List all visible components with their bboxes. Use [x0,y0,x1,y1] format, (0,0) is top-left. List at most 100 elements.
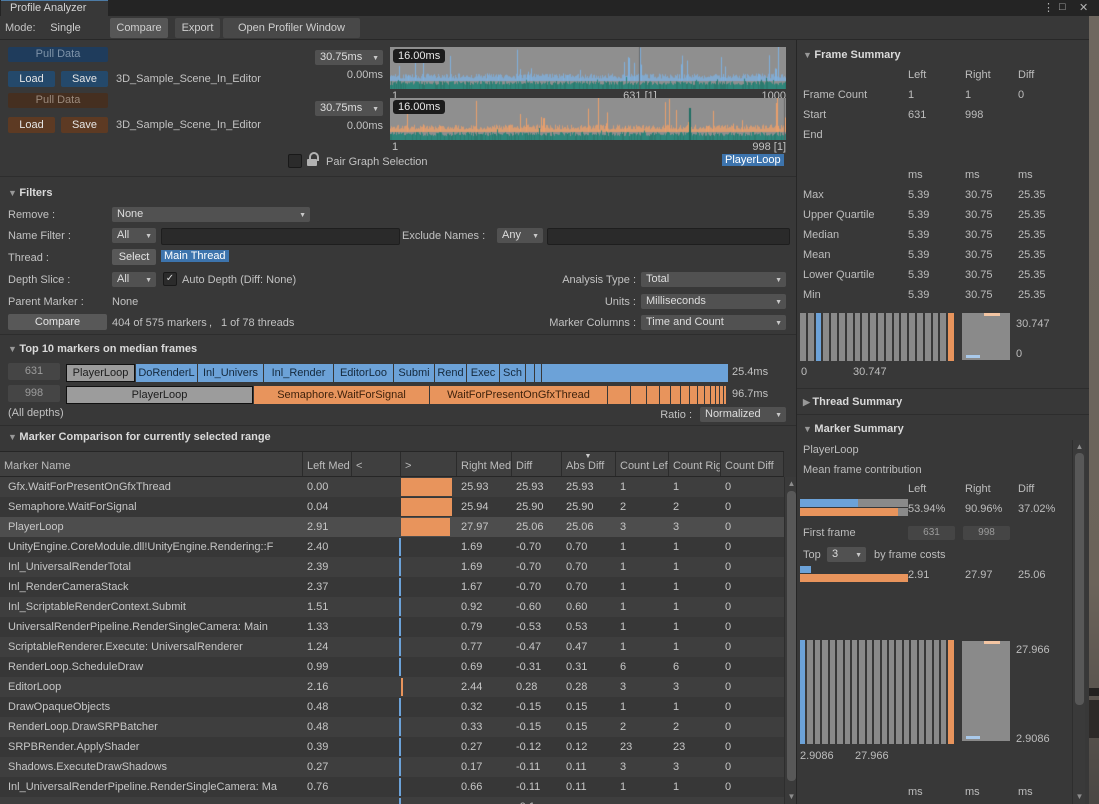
marker-segment[interactable] [660,386,670,404]
top10-header[interactable]: ▼ Top 10 markers on median frames [8,343,197,355]
table-row[interactable]: SRPBRender.ApplyShader0.390.27-0.120.122… [0,737,784,757]
marker-segment[interactable]: PlayerLoop [66,386,253,404]
frame-time-graph-right[interactable] [390,98,786,140]
export-button[interactable]: Export [175,18,220,38]
analysis-type-dropdown[interactable]: Total▼ [641,272,786,287]
maximize-icon[interactable]: □ [1059,1,1066,13]
save-button-right[interactable]: Save [61,117,108,133]
marker-summary-histogram[interactable] [800,640,954,744]
marker-segment[interactable] [526,364,534,382]
frame-summary-histogram[interactable] [800,313,954,361]
frame-summary-header[interactable]: ▼ Frame Summary [803,49,901,61]
marker-segment[interactable]: EditorLoo [334,364,393,382]
filters-header[interactable]: ▼ Filters [8,187,52,199]
table-row[interactable]: EditorLoop2.162.440.280.28330 [0,677,784,697]
marker-segment[interactable] [535,364,541,382]
first-frame-right-button[interactable]: 998 [963,526,1010,540]
frame-time-graph-left[interactable] [390,47,786,89]
marker-comparison-header[interactable]: ▼ Marker Comparison for currently select… [8,431,271,443]
column-header[interactable]: Count Diff [721,452,784,476]
marker-segment[interactable] [647,386,659,404]
column-header[interactable]: Count Left [616,452,669,476]
table-row[interactable]: Inl_RenderCameraStack2.371.67-0.700.7011… [0,577,784,597]
units-dropdown[interactable]: Milliseconds▼ [641,294,786,309]
column-header[interactable]: Right Med [457,452,512,476]
table-row[interactable]: Inl_UniversalRenderTotal2.391.69-0.700.7… [0,557,784,577]
range-dropdown-left[interactable]: 30.75ms▼ [315,50,383,65]
marker-segment[interactable] [716,386,719,404]
marker-segment[interactable]: Submi [394,364,434,382]
marker-segment[interactable] [608,386,630,404]
marker-segment[interactable]: Inl_Render [264,364,333,382]
column-header[interactable]: ▼Abs Diff [562,452,616,476]
name-filter-input[interactable] [161,228,400,245]
depth-slice-dropdown[interactable]: All▼ [112,272,156,287]
exclude-mode-dropdown[interactable]: Any▼ [497,228,543,243]
first-frame-left-button[interactable]: 631 [908,526,955,540]
marker-summary-boxplot[interactable] [962,641,1010,741]
load-button-left[interactable]: Load [8,71,55,87]
mode-single-button[interactable]: Single [38,18,93,38]
table-row[interactable]: Inl_ScriptableRenderContext.Submit1.510.… [0,597,784,617]
marker-segment[interactable]: Exec [467,364,499,382]
table-row[interactable]: UniversalRenderPipeline.RenderSingleCame… [0,617,784,637]
thread-value-chip[interactable]: Main Thread [161,250,229,262]
table-row[interactable]: PlayerLoop2.9127.9725.0625.06330 [0,517,784,537]
marker-segment[interactable]: PlayerLoop [66,364,135,382]
column-header[interactable]: < [352,452,401,476]
top-n-dropdown[interactable]: 3▼ [827,547,866,562]
panel-scrollbar-thumb[interactable] [1075,453,1084,705]
auto-depth-checkbox[interactable]: ✓ [163,272,177,286]
compare-button[interactable]: Compare [8,314,107,330]
column-header[interactable]: Marker Name [0,452,303,476]
marker-segment[interactable]: Sch [500,364,525,382]
marker-segment[interactable] [720,386,723,404]
marker-segment[interactable] [690,386,697,404]
range-dropdown-right[interactable]: 30.75ms▼ [315,101,383,116]
pull-data-button-right[interactable]: Pull Data [8,93,108,108]
marker-segment[interactable]: DoRenderL [136,364,197,382]
thread-summary-header[interactable]: ▶ Thread Summary [803,396,902,408]
scroll-down-icon[interactable]: ▼ [1073,792,1086,801]
table-row[interactable]: UnityEngine.CoreModule.dll!UnityEngine.R… [0,537,784,557]
marker-segment[interactable] [542,364,728,382]
window-tab[interactable]: Profile Analyzer [1,0,108,16]
marker-segment[interactable] [631,386,646,404]
frame-button-998[interactable]: 998 [8,385,60,402]
save-button-left[interactable]: Save [61,71,108,87]
table-row[interactable]: Semaphore.WaitForSignal0.0425.9425.9025.… [0,497,784,517]
open-profiler-window-button[interactable]: Open Profiler Window [223,18,360,38]
column-header[interactable]: Left Med [303,452,352,476]
table-row[interactable]: RenderLoop.DrawSRPBatcher0.480.33-0.150.… [0,717,784,737]
marker-segment[interactable] [671,386,680,404]
kebab-menu-icon[interactable]: ⋮ [1043,1,1054,14]
name-filter-mode-dropdown[interactable]: All▼ [112,228,156,243]
marker-summary-header[interactable]: ▼ Marker Summary [803,423,904,435]
table-row[interactable]: Gfx.WaitForPresentOnGfxThread0.0025.9325… [0,477,784,497]
marker-segment[interactable]: Rend [435,364,466,382]
frame-button-631[interactable]: 631 [8,363,60,380]
table-row[interactable]: Shadows.ExecuteDrawShadows0.270.17-0.110… [0,757,784,777]
marker-segment[interactable] [711,386,715,404]
marker-segment[interactable]: Semaphore.WaitForSignal [254,386,429,404]
marker-segment[interactable] [724,386,726,404]
table-row[interactable]: RenderLoop.ScheduleDraw0.990.69-0.310.31… [0,657,784,677]
column-header[interactable]: > [401,452,457,476]
graph-selection-chip[interactable]: PlayerLoop [722,154,784,166]
comparison-table-header[interactable]: Marker NameLeft Med<>Right MedDiff▼Abs D… [0,451,784,477]
column-header[interactable]: Count Right [669,452,721,476]
table-row[interactable]: ScriptableRenderer.Execute: UniversalRen… [0,637,784,657]
thread-select-button[interactable]: Select [112,249,156,265]
panel-scrollbar[interactable]: ▲ ▼ [1072,440,1085,804]
table-row[interactable]: Inl_UniversalRenderPipeline.RenderSingle… [0,777,784,797]
mode-compare-button[interactable]: Compare [110,18,168,38]
load-button-right[interactable]: Load [8,117,55,133]
ratio-dropdown[interactable]: Normalized▼ [700,407,786,422]
marker-segment[interactable] [698,386,704,404]
marker-columns-dropdown[interactable]: Time and Count▼ [641,315,786,330]
marker-segment[interactable]: Inl_Univers [198,364,263,382]
pull-data-button-left[interactable]: Pull Data [8,47,108,62]
pair-graph-checkbox[interactable] [288,154,302,168]
marker-segment[interactable] [681,386,689,404]
close-icon[interactable]: ✕ [1079,1,1088,14]
